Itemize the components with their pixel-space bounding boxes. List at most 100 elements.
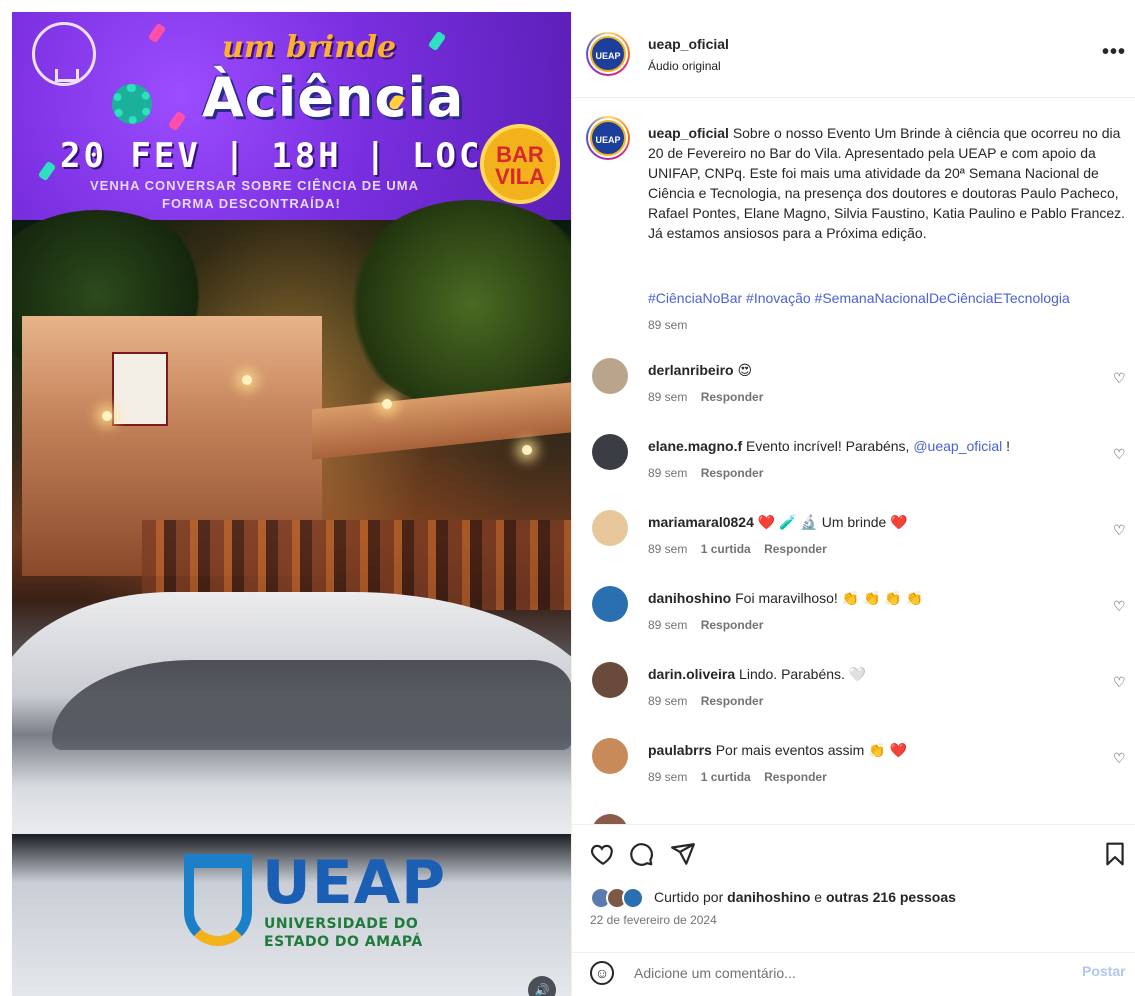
post-username[interactable]: ueap_oficial <box>648 36 729 52</box>
comment-like-icon[interactable]: ♡ <box>1113 598 1126 615</box>
comment-time[interactable]: 89 sem <box>648 618 687 632</box>
comment-mention[interactable]: @ueap_oficial <box>913 438 1002 454</box>
avatar[interactable] <box>592 358 628 394</box>
avatar-logo: UEAP <box>590 120 626 156</box>
comment-like-icon[interactable]: ♡ <box>1113 674 1126 691</box>
comment-like-icon[interactable]: ♡ <box>1113 522 1126 539</box>
comment-time[interactable]: 89 sem <box>648 466 687 480</box>
post-actions: Curtido por danihoshino e outras 216 pes… <box>572 824 1135 938</box>
speaker-icon[interactable]: 🔊 <box>528 976 556 996</box>
comment-text: Evento incrível! Parabéns, <box>746 438 910 454</box>
reply-button[interactable]: Responder <box>764 542 827 556</box>
confetti <box>427 30 447 52</box>
reply-button[interactable]: Responder <box>764 770 827 784</box>
avatar[interactable] <box>592 814 628 824</box>
comment-like-icon[interactable]: ♡ <box>1113 370 1126 387</box>
comment-text: Foi maravilhoso! 👏 👏 👏 👏 <box>735 590 924 606</box>
comment-item: elane.magno.f Evento incrível! Parabéns,… <box>572 426 1135 502</box>
comment-time[interactable]: 89 sem <box>648 770 687 784</box>
light-bulb <box>522 445 532 455</box>
comment-text-after: ! <box>1006 438 1011 454</box>
share-icon[interactable] <box>670 841 696 871</box>
comment-time[interactable]: 89 sem <box>648 390 687 404</box>
comment-body: paulabrrs Por mais eventos assim 👏 ❤️ <box>648 742 907 759</box>
post-date[interactable]: 22 de fevereiro de 2024 <box>590 913 717 927</box>
comment-icon[interactable] <box>628 841 654 871</box>
add-comment-bar: ☺ Postar <box>572 952 1135 996</box>
comment-item: darin.oliveira Lindo. Parabéns. 🤍 89 sem… <box>572 654 1135 730</box>
comment-time[interactable]: 89 sem <box>648 542 687 556</box>
audio-label[interactable]: Áudio original <box>648 59 721 73</box>
comment-username[interactable]: paulabrrs <box>648 742 712 758</box>
comment-like-icon[interactable]: ♡ <box>1113 446 1126 463</box>
liked-by-prefix: Curtido por <box>654 889 724 905</box>
lightbulb-icon <box>32 22 96 86</box>
string-lights <box>52 375 552 455</box>
liked-by-conj: e <box>814 889 823 905</box>
avatar[interactable] <box>592 510 628 546</box>
comment-item-partial <box>572 806 1135 824</box>
light-bulb <box>242 375 252 385</box>
reply-button[interactable]: Responder <box>701 390 764 404</box>
comment-text: ❤️ 🧪 🔬 Um brinde ❤️ <box>757 514 908 530</box>
reply-button[interactable]: Responder <box>701 694 764 708</box>
caption-username[interactable]: ueap_oficial <box>648 125 729 141</box>
comment-username[interactable]: mariamaral0824 <box>648 514 754 530</box>
comment-username[interactable]: elane.magno.f <box>648 438 742 454</box>
reply-button[interactable]: Responder <box>701 466 764 480</box>
comment-text: Lindo. Parabéns. 🤍 <box>739 666 867 682</box>
comment-meta: 89 sem Responder <box>648 390 773 404</box>
comment-time[interactable]: 89 sem <box>648 694 687 708</box>
liked-by-others[interactable]: outras 216 pessoas <box>826 889 956 905</box>
comment-username[interactable]: danihoshino <box>648 590 731 606</box>
post-media[interactable]: um brinde Àciência 20 FEV | 18H | LOCAL … <box>12 12 571 996</box>
car-window <box>52 660 571 750</box>
banner-title-main: Àciência <box>202 66 465 129</box>
banner-subtitle-2: FORMA DESCONTRAÍDA! <box>162 196 341 211</box>
post-header: UEAP ueap_oficial Áudio original ••• <box>572 12 1135 98</box>
event-photo <box>12 200 571 852</box>
emoji-icon[interactable]: ☺ <box>590 961 614 985</box>
liked-by: Curtido por danihoshino e outras 216 pes… <box>654 889 956 905</box>
avatar[interactable] <box>592 434 628 470</box>
avatar[interactable]: UEAP <box>586 32 630 76</box>
comment-username[interactable]: darin.oliveira <box>648 666 735 682</box>
post-caption: ueap_oficial Sobre o nosso Evento Um Bri… <box>648 123 1128 243</box>
comment-item: derlanribeiro 😍 89 sem Responder ♡ <box>572 350 1135 426</box>
caption-avatar[interactable]: UEAP <box>586 116 630 160</box>
comment-body: derlanribeiro 😍 <box>648 362 752 379</box>
comment-likes[interactable]: 1 curtida <box>701 542 751 556</box>
light-bulb <box>102 411 112 421</box>
comment-body: elane.magno.f Evento incrível! Parabéns,… <box>648 438 1010 454</box>
comment-like-icon[interactable]: ♡ <box>1113 750 1126 767</box>
liked-by-user[interactable]: danihoshino <box>727 889 810 905</box>
avatar[interactable] <box>592 586 628 622</box>
post-button[interactable]: Postar <box>1082 963 1126 979</box>
avatar <box>622 887 644 909</box>
tree <box>342 200 571 410</box>
comment-body: danihoshino Foi maravilhoso! 👏 👏 👏 👏 <box>648 590 923 607</box>
comment-text: Por mais eventos assim 👏 ❤️ <box>715 742 907 758</box>
confetti <box>147 22 167 44</box>
avatar[interactable] <box>592 662 628 698</box>
comment-item: paulabrrs Por mais eventos assim 👏 ❤️ 89… <box>572 730 1135 806</box>
comment-meta: 89 sem 1 curtida Responder <box>648 542 837 556</box>
comments-list[interactable]: derlanribeiro 😍 89 sem Responder ♡ elane… <box>572 350 1135 824</box>
comment-username[interactable]: derlanribeiro <box>648 362 734 378</box>
ueap-logo-line1: UNIVERSIDADE DO <box>264 916 419 932</box>
bookmark-icon[interactable] <box>1102 841 1128 871</box>
comment-input[interactable] <box>634 960 1054 986</box>
caption-hashtags[interactable]: #CiênciaNoBar #Inovação #SemanaNacionalD… <box>648 290 1070 306</box>
ueap-logo-mark <box>184 854 252 946</box>
more-options-icon[interactable]: ••• <box>1102 42 1126 62</box>
avatar[interactable] <box>592 738 628 774</box>
bar-vila-badge: BAR VILA <box>480 124 560 204</box>
reply-button[interactable]: Responder <box>701 618 764 632</box>
heart-icon[interactable] <box>590 841 616 871</box>
banner-title-top: um brinde <box>222 30 397 65</box>
top-strip <box>0 0 1135 12</box>
left-gap <box>0 12 12 996</box>
comment-meta: 89 sem Responder <box>648 694 773 708</box>
comment-likes[interactable]: 1 curtida <box>701 770 751 784</box>
comment-meta: 89 sem Responder <box>648 466 773 480</box>
